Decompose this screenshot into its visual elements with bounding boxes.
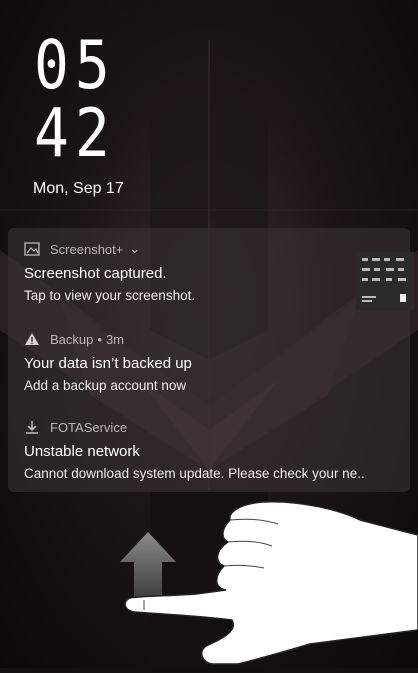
- notification-title: Unstable network: [24, 443, 140, 460]
- notification-app-name: Screenshot+: [50, 241, 124, 257]
- notification-header: Backup • 3m: [24, 330, 192, 348]
- notification-screenshot[interactable]: Screenshot+ ⌄ Screenshot captured. Tap t…: [24, 240, 195, 304]
- separator-dot: •: [97, 331, 102, 347]
- chevron-down-icon[interactable]: ⌄: [129, 241, 140, 257]
- clock-minutes: 42: [34, 94, 116, 173]
- notification-app-name: FOTAService: [50, 419, 128, 435]
- notification-app-name: Backup: [50, 331, 94, 347]
- notification-title: Screenshot captured.: [24, 265, 167, 282]
- notification-time: 3m: [105, 331, 124, 347]
- notification-header: Screenshot+ ⌄: [24, 240, 195, 258]
- warning-icon: [24, 332, 40, 346]
- swipe-up-hand-icon: [124, 500, 418, 665]
- notification-text: Tap to view your screenshot.: [24, 288, 196, 303]
- lock-clock: 05 42: [34, 26, 116, 172]
- notification-title: Your data isn’t backed up: [24, 355, 192, 372]
- notification-fota[interactable]: FOTAService Unstable network Cannot down…: [24, 418, 365, 482]
- lock-date: Mon, Sep 17: [33, 180, 124, 197]
- swipe-up-hint[interactable]: [0, 480, 418, 668]
- screenshot-thumbnail[interactable]: [356, 252, 414, 310]
- clock-hours: 05: [34, 26, 116, 105]
- notification-text: Add a backup account now: [24, 378, 187, 393]
- notification-header: FOTAService: [24, 418, 365, 436]
- image-icon: [24, 242, 40, 256]
- notification-backup[interactable]: Backup • 3m Your data isn’t backed up Ad…: [24, 330, 192, 394]
- arrow-up-icon: [120, 532, 176, 602]
- download-icon: [24, 420, 40, 434]
